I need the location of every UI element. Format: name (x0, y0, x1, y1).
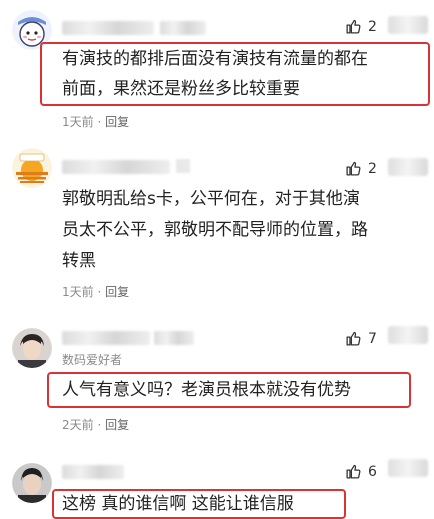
thumbs-up-icon (346, 19, 361, 34)
portrait-avatar-icon (12, 328, 52, 368)
thumbs-up-icon (346, 161, 361, 176)
like-count: 6 (368, 463, 377, 480)
comment-line: 前面，果然还是粉丝多比较重要 (62, 79, 300, 99)
comment-line: 这榜 真的谁信啊 这能让谁信服 (62, 494, 294, 514)
comment-line: 有演技的都排后面没有演技有流量的都在 (62, 49, 368, 69)
portrait-avatar-icon (12, 463, 52, 503)
thumbs-up-icon (346, 331, 361, 346)
user-badge: 数码爱好者 (62, 353, 123, 367)
reply-button[interactable]: 回复 (105, 115, 129, 129)
sunset-avatar-icon (12, 148, 52, 188)
username-redacted (154, 331, 194, 345)
comment-3: 数码爱好者 7 人气有意义吗？老演员根本就没有优势 2天前 · 回复 (0, 318, 434, 443)
redacted-region (388, 16, 428, 34)
reply-button[interactable]: 回复 (105, 418, 129, 432)
timestamp: 2天前 (62, 418, 94, 432)
like-button[interactable]: 6 (345, 463, 377, 480)
thumbs-up-icon (346, 464, 361, 479)
reply-button[interactable]: 回复 (105, 285, 129, 299)
comment-line: 人气有意义吗？老演员根本就没有优势 (62, 380, 351, 400)
redacted-region (388, 326, 428, 344)
redacted-region (388, 459, 428, 477)
comment-4: 6 这榜 真的谁信啊 这能让谁信服 (0, 455, 434, 519)
like-button[interactable]: 2 (345, 160, 377, 177)
comment-text: 人气有意义吗？老演员根本就没有优势 (62, 375, 351, 405)
username-redacted (160, 21, 206, 35)
timestamp: 1天前 (62, 285, 94, 299)
like-count: 2 (368, 160, 377, 177)
like-button[interactable]: 7 (345, 330, 377, 347)
separator: · (93, 418, 106, 432)
separator: · (93, 115, 106, 129)
comment-text: 有演技的都排后面没有演技有流量的都在 前面，果然还是粉丝多比较重要 (62, 44, 368, 104)
comment-line: 员太不公平，郭敬明不配导师的位置，路 (62, 220, 368, 240)
username-redacted (62, 465, 124, 479)
avatar[interactable] (12, 328, 52, 368)
username-redacted (62, 21, 154, 35)
comment-meta: 1天前 · 回复 (62, 283, 129, 300)
like-count: 7 (368, 330, 377, 347)
redacted-region (388, 158, 428, 176)
username-redacted (62, 160, 170, 174)
like-button[interactable]: 2 (345, 18, 377, 35)
badge-redacted (176, 159, 190, 173)
avatar[interactable] (12, 463, 52, 503)
comment-2: 2 郭敬明乱给s卡，公平何在，对于其他演 员太不公平，郭敬明不配导师的位置，路 … (0, 140, 434, 300)
avatar[interactable] (12, 148, 52, 188)
comment-line: 郭敬明乱给s卡，公平何在，对于其他演 (62, 189, 360, 209)
comment-text: 这榜 真的谁信啊 这能让谁信服 (62, 489, 294, 519)
separator: · (93, 285, 106, 299)
username-redacted (62, 331, 150, 345)
comment-text: 郭敬明乱给s卡，公平何在，对于其他演 员太不公平，郭敬明不配导师的位置，路 转黑 (62, 184, 368, 277)
comment-meta: 1天前 · 回复 (62, 113, 129, 130)
comment-meta: 2天前 · 回复 (62, 416, 129, 433)
timestamp: 1天前 (62, 115, 94, 129)
comment-1: 2 有演技的都排后面没有演技有流量的都在 前面，果然还是粉丝多比较重要 1天前 … (0, 0, 434, 130)
comment-line: 转黑 (62, 251, 96, 271)
like-count: 2 (368, 18, 377, 35)
